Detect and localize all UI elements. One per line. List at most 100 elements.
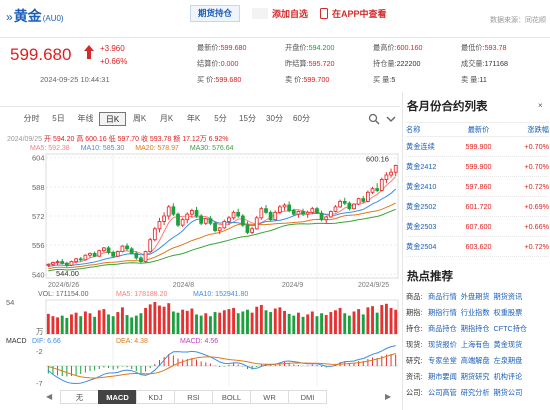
hot-link[interactable]: 期市要闻 xyxy=(428,372,457,382)
volume-bar xyxy=(371,306,374,334)
tab-period-year-line[interactable]: 年线 xyxy=(72,112,99,126)
add-favorite-button[interactable]: 添加自选 xyxy=(252,7,308,20)
indicator-next-icon[interactable]: ▶ xyxy=(385,392,391,401)
hot-link[interactable]: 商品持仓 xyxy=(428,324,457,334)
hot-link[interactable]: 期货资讯 xyxy=(494,292,523,302)
hot-link[interactable]: 期指行情 xyxy=(428,308,457,318)
table-row[interactable]: 黄金2412 599.900 +0.70% xyxy=(406,157,549,177)
volume-bar xyxy=(384,303,388,334)
hot-link[interactable]: 公司高管 xyxy=(428,388,457,398)
hot-link[interactable]: 研究分析 xyxy=(461,388,490,398)
tab-period-monthly-k[interactable]: 月K xyxy=(153,112,180,126)
candle-body xyxy=(213,222,217,232)
hot-link[interactable]: 上海有色 xyxy=(461,340,490,350)
tab-period-5min[interactable]: 5分 xyxy=(207,112,234,126)
list-item: 公司: 公司高管 研究分析 期货公司 xyxy=(406,388,523,398)
tab-indicator-rsi[interactable]: RSI xyxy=(174,390,213,404)
volume-bar xyxy=(287,313,291,334)
tab-futures-position[interactable]: 期货持仓 xyxy=(190,5,240,22)
stat-volume: 成交量:171168 xyxy=(461,59,509,68)
volume-bar xyxy=(255,306,259,334)
tab-indicator-macd[interactable]: MACD xyxy=(98,390,137,404)
hot-link[interactable]: 高端解盘 xyxy=(461,356,490,366)
tab-period-yearly-k[interactable]: 年K xyxy=(180,112,207,126)
tab-period-5day[interactable]: 5日 xyxy=(45,112,72,126)
volume-bar xyxy=(259,304,263,334)
table-row[interactable]: 黄金2504 603.620 +0.72% xyxy=(406,237,549,257)
ohlc-readout: 2024/09/25 开 594.20 高 600.16 低 597.70 收 … xyxy=(7,136,229,143)
candle-body xyxy=(203,218,208,224)
price-change: +3.960 +0.66% xyxy=(100,42,127,68)
candle-body xyxy=(190,210,194,215)
tab-period-15min[interactable]: 15分 xyxy=(234,112,261,126)
hot-link[interactable]: 权重股票 xyxy=(494,308,523,318)
chevron-down-icon[interactable] xyxy=(385,113,397,125)
volume-bar xyxy=(125,315,129,334)
hot-link[interactable]: 期货研究 xyxy=(461,372,490,382)
candle-body xyxy=(273,211,278,221)
x-tick-label: 2024/9 xyxy=(282,282,304,289)
tab-indicator-wr[interactable]: WR xyxy=(250,390,289,404)
hot-link[interactable]: 现货报价 xyxy=(428,340,457,350)
hot-link[interactable]: 商品行情 xyxy=(428,292,457,302)
table-row[interactable]: 黄金2503 607.600 +0.66% xyxy=(406,217,549,237)
hot-link[interactable]: 行业指数 xyxy=(461,308,490,318)
hot-link[interactable]: CFTC持仓 xyxy=(494,324,528,334)
list-item: 研究: 专家坐堂 高端解盘 左泉期盘 xyxy=(406,356,523,366)
close-icon[interactable]: × xyxy=(538,101,543,110)
candle-body xyxy=(231,211,236,219)
col-change-header[interactable]: 涨跌幅 xyxy=(506,125,549,135)
tab-indicator-boll[interactable]: BOLL xyxy=(212,390,251,404)
arrow-up-icon xyxy=(84,45,94,59)
candle-body xyxy=(51,262,55,265)
tab-indicator-dmi[interactable]: DMI xyxy=(288,390,327,404)
tab-indicator-kdj[interactable]: KDJ xyxy=(136,390,175,404)
table-row[interactable]: 黄金2502 601.720 +0.69% xyxy=(406,197,549,217)
tab-period-30min[interactable]: 30分 xyxy=(261,112,288,126)
tab-period-weekly-k[interactable]: 周K xyxy=(126,112,153,126)
hot-link[interactable]: 专家坐堂 xyxy=(428,356,457,366)
volume-bar xyxy=(347,315,351,334)
volume-bar xyxy=(380,304,384,334)
hot-link[interactable]: 黄金现货 xyxy=(494,340,523,350)
candle-body xyxy=(176,213,180,226)
col-price-header[interactable]: 最新价 xyxy=(451,125,506,135)
candle-body xyxy=(64,262,69,266)
zoom-in-icon[interactable] xyxy=(368,113,380,125)
hot-link[interactable]: 机构评论 xyxy=(494,372,523,382)
tab-period-daily-k[interactable]: 日K xyxy=(99,112,126,126)
macd-dea-legend: DEA: 4.38 xyxy=(116,338,148,345)
macd-dif-legend: DIF: 6.66 xyxy=(32,338,61,345)
candle-body xyxy=(315,208,319,214)
col-name-header[interactable]: 名称 xyxy=(406,125,451,135)
hot-link[interactable]: 左泉期盘 xyxy=(494,356,523,366)
tab-period-intraday[interactable]: 分时 xyxy=(18,112,45,126)
candle-body xyxy=(384,174,389,180)
tab-period-60min[interactable]: 60分 xyxy=(288,112,315,126)
hot-link[interactable]: 外盘期货 xyxy=(461,292,490,302)
macd-legend-title: MACD xyxy=(6,338,27,345)
volume-bar xyxy=(167,303,171,334)
list-item: 资讯: 期市要闻 期货研究 机构评论 xyxy=(406,372,523,382)
period-tabs: 分时 5日 年线 日K 周K 月K 年K 5分 15分 30分 60分 xyxy=(18,112,315,126)
tab-indicator-none[interactable]: 无 xyxy=(60,390,99,404)
hot-link[interactable]: 期指持仓 xyxy=(461,324,490,334)
volume-bar xyxy=(70,314,73,334)
volume-bar xyxy=(46,313,50,334)
table-header: 名称 最新价 涨跌幅 xyxy=(406,123,549,137)
indicator-prev-icon[interactable]: ◀ xyxy=(46,392,52,401)
kline-chart[interactable]: 604 588 572 556 540 600.16 544.00 2024/6/26 2024… xyxy=(0,150,400,388)
stat-open: 开盘价:594.200 xyxy=(285,43,335,52)
vol-unit-label: 万 xyxy=(36,327,44,336)
volume-bar xyxy=(51,316,55,334)
open-in-app-link[interactable]: 在APP中查看 xyxy=(320,7,387,20)
table-row[interactable]: 黄金2410 597.860 +0.72% xyxy=(406,177,549,197)
candle-body xyxy=(333,206,338,212)
stat-row: 最新价:599.680 开盘价:594.200 最高价:600.160 最低价:… xyxy=(197,40,549,56)
hot-link[interactable]: 期货公司 xyxy=(494,388,523,398)
volume-bar xyxy=(278,307,282,334)
volume-bar xyxy=(296,312,300,334)
table-row[interactable]: 黄金连续 599.900 +0.70% xyxy=(406,137,549,157)
vol-ma10-legend: MA10: 152941.80 xyxy=(193,291,248,298)
candle-body xyxy=(106,247,111,253)
